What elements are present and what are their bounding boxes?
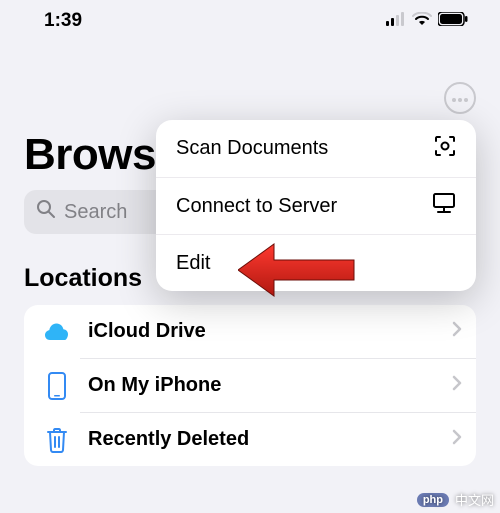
location-on-my-iphone[interactable]: On My iPhone [24,359,476,412]
watermark-text: 中文网 [455,490,494,509]
scan-icon [434,135,456,163]
menu-label: Scan Documents [176,137,328,160]
iphone-icon [42,372,72,400]
chevron-right-icon [452,321,462,342]
wifi-icon [412,10,432,32]
cellular-icon [386,10,406,32]
battery-icon [438,10,468,32]
server-icon [432,192,456,220]
location-icloud-drive[interactable]: iCloud Drive [24,305,476,358]
menu-label: Edit [176,252,210,275]
watermark: php 中文网 [417,490,494,509]
status-time: 1:39 [44,10,82,32]
trash-icon [42,427,72,453]
location-label: Recently Deleted [88,428,436,451]
more-options-button[interactable] [444,82,476,114]
status-bar: 1:39 [0,0,500,38]
locations-list: iCloud Drive On My iPhone Recently Delet… [24,305,476,466]
location-label: iCloud Drive [88,320,436,343]
ellipsis-icon [451,89,469,107]
location-label: On My iPhone [88,374,436,397]
status-icons [386,10,468,32]
menu-connect-to-server[interactable]: Connect to Server [156,177,476,234]
icloud-icon [42,322,72,342]
search-icon [36,199,56,225]
menu-scan-documents[interactable]: Scan Documents [156,120,476,177]
more-options-menu: Scan Documents Connect to Server Edit [156,120,476,291]
watermark-badge: php [417,493,449,507]
location-recently-deleted[interactable]: Recently Deleted [24,413,476,466]
menu-edit[interactable]: Edit [156,234,476,291]
chevron-right-icon [452,429,462,450]
search-placeholder: Search [64,201,127,224]
menu-label: Connect to Server [176,195,337,218]
chevron-right-icon [452,375,462,396]
